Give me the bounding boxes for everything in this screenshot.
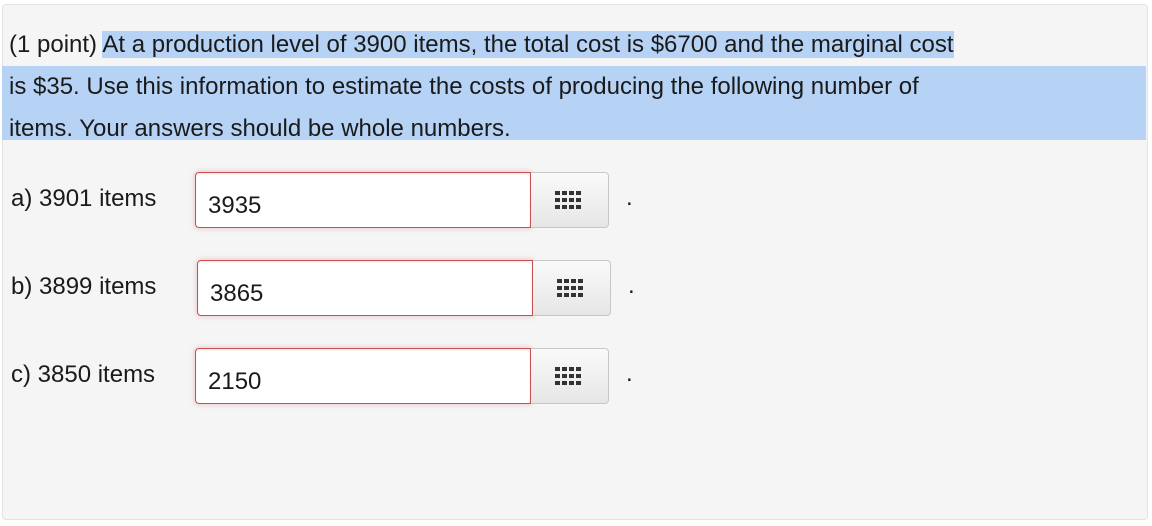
problem-text-line-1: At a production level of 3900 items, the… (102, 31, 954, 58)
problem-text-line-3: items. Your answers should be whole numb… (9, 115, 511, 142)
answer-input-a[interactable] (195, 172, 531, 228)
answer-label-c: c) 3850 items (11, 361, 156, 388)
problem-text-line-2: is $35. Use this information to estimate… (9, 73, 919, 100)
answer-input-c[interactable] (195, 348, 531, 404)
keypad-button-b[interactable] (533, 260, 611, 316)
answer-suffix-c: . (626, 360, 633, 387)
keypad-button-a[interactable] (531, 172, 609, 228)
answer-suffix-a: . (626, 184, 633, 211)
keypad-grid-icon (557, 279, 583, 297)
problem-statement: (1 point) At a production level of 3900 … (9, 24, 1145, 150)
answer-suffix-b: . (628, 272, 635, 299)
answer-label-b: b) 3899 items (11, 273, 157, 300)
answer-row-b: b) 3899 items . (11, 260, 651, 318)
keypad-button-c[interactable] (531, 348, 609, 404)
answer-row-c: c) 3850 items . (11, 348, 651, 406)
points-label: (1 point) (9, 31, 98, 58)
answer-input-b[interactable] (197, 260, 533, 316)
answer-label-a: a) 3901 items (11, 185, 157, 212)
keypad-grid-icon (555, 367, 581, 385)
answer-row-a: a) 3901 items . (11, 172, 651, 230)
keypad-grid-icon (555, 191, 581, 209)
